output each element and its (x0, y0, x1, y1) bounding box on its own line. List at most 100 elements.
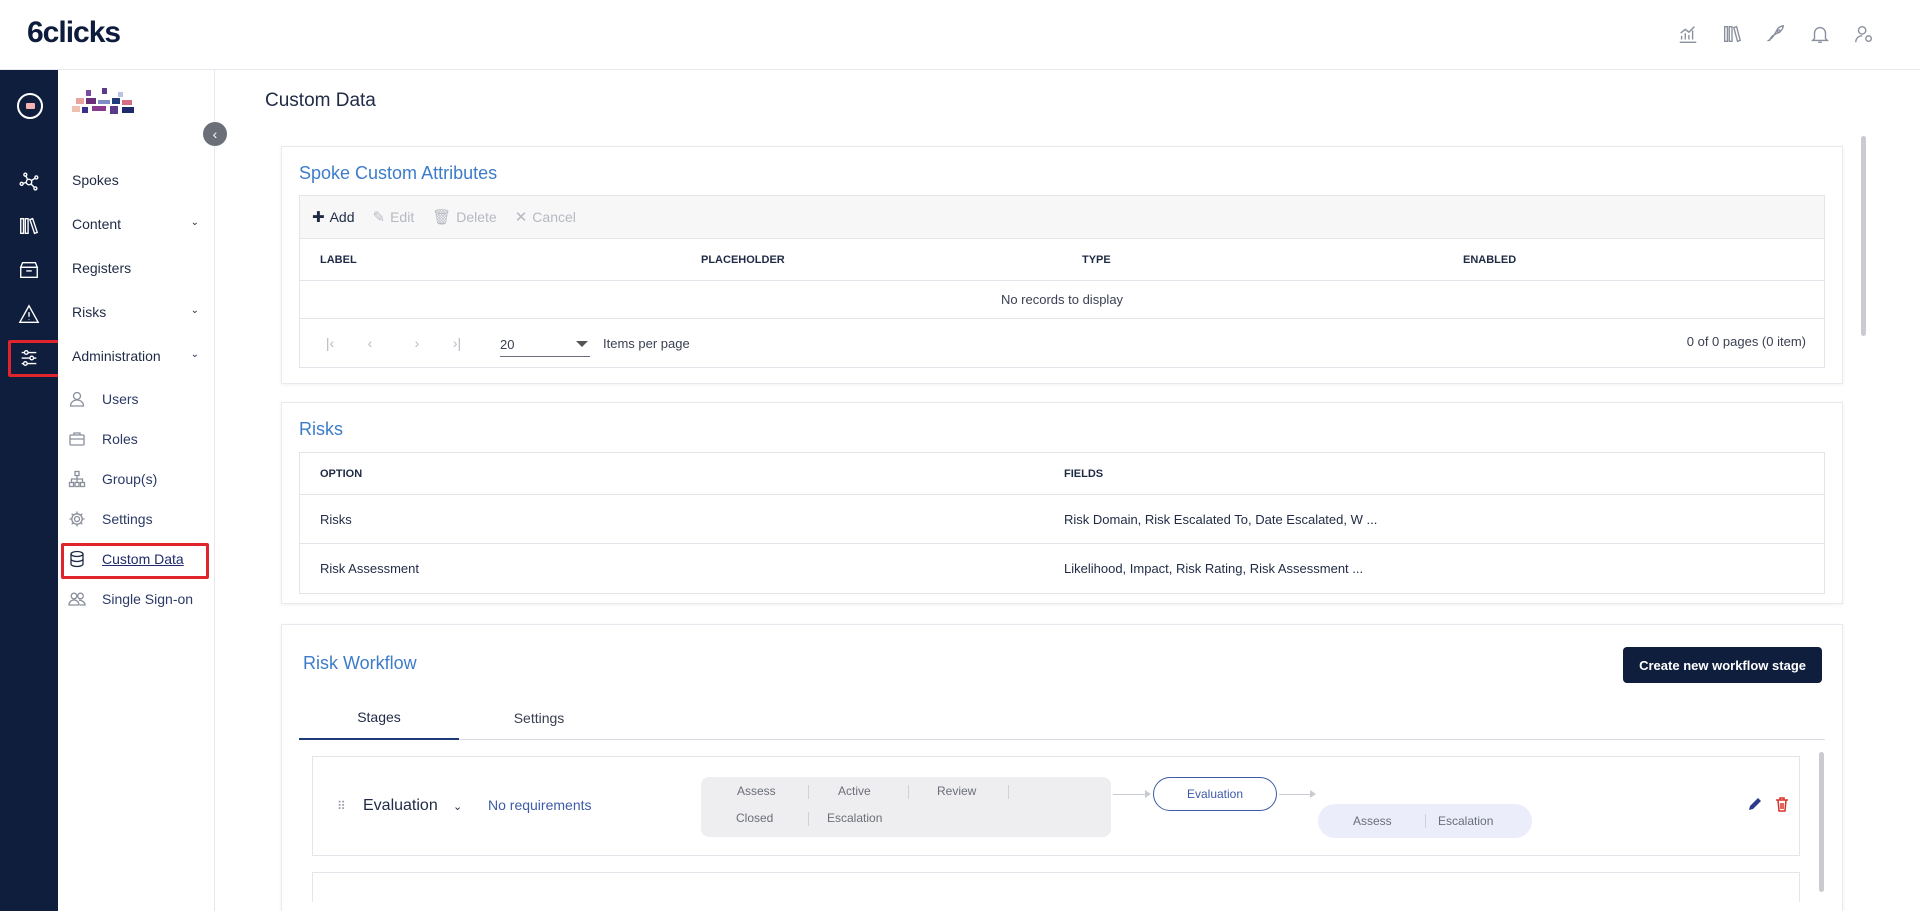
user-icon (68, 390, 86, 408)
previous-stage-pill[interactable]: Closed (736, 811, 773, 825)
last-page-icon[interactable]: ›| (445, 335, 469, 351)
hub-icon[interactable] (0, 164, 58, 200)
database-icon (68, 550, 86, 568)
bell-icon[interactable] (1808, 22, 1832, 46)
grid-header: OPTION FIELDS (300, 453, 1824, 495)
next-page-icon[interactable]: › (405, 335, 429, 351)
sidebar-subitem-single-sign-on[interactable]: Single Sign-on (58, 583, 215, 615)
sidebar-item-spokes[interactable]: Spokes (58, 163, 215, 197)
spoke-attributes-grid: ✚ Add ✎ Edit 🗑 Delete ✕ Cancel LABEL PLA… (299, 195, 1825, 368)
sidebar-subitem-label: Single Sign-on (102, 591, 194, 607)
register-icon[interactable] (0, 252, 58, 288)
pill-divider (1425, 814, 1426, 828)
spoke-attributes-card: Spoke Custom Attributes ✚ Add ✎ Edit 🗑 D… (281, 146, 1843, 384)
next-stage-pill[interactable]: Escalation (1438, 814, 1493, 828)
page-scrollbar[interactable] (1861, 136, 1866, 336)
chevron-down-icon[interactable]: ⌄ (453, 800, 462, 813)
column-header-option[interactable]: OPTION (300, 468, 1064, 480)
sidebar-subitem-custom-data[interactable]: Custom Data (58, 543, 215, 575)
trash-icon[interactable] (1773, 795, 1791, 813)
sidebar-item-administration[interactable]: Administration ⌄ (58, 339, 215, 373)
table-row[interactable]: Risk Assessment Likelihood, Impact, Risk… (300, 544, 1824, 593)
prev-page-icon[interactable]: ‹ (358, 335, 382, 351)
caret-down-icon (576, 341, 588, 347)
tab-settings[interactable]: Settings (459, 695, 619, 740)
user-settings-icon[interactable] (1852, 22, 1876, 46)
sidebar-subitem-label: Roles (102, 431, 138, 447)
close-icon: ✕ (514, 209, 528, 226)
sidebar-item-risks[interactable]: Risks ⌄ (58, 295, 215, 329)
tab-stages[interactable]: Stages (299, 695, 459, 740)
column-header-placeholder[interactable]: PLACEHOLDER (681, 254, 1062, 266)
left-rail (0, 70, 58, 911)
cancel-button[interactable]: ✕ Cancel (515, 208, 576, 226)
pill-divider (908, 785, 909, 799)
sidebar-collapse-button[interactable]: ‹ (203, 122, 227, 146)
delete-button[interactable]: 🗑 Delete (432, 208, 497, 226)
next-stage-pill[interactable]: Assess (1353, 814, 1392, 828)
books-icon[interactable] (0, 208, 58, 244)
org-logo (72, 88, 134, 114)
gear-icon (68, 510, 86, 528)
org-avatar-icon[interactable] (17, 93, 43, 119)
drag-handle-icon[interactable]: ⠿ (337, 799, 346, 813)
row-fields: Risk Domain, Risk Escalated To, Date Esc… (1064, 511, 1378, 527)
column-header-fields[interactable]: FIELDS (1064, 468, 1103, 480)
pill-divider (808, 812, 809, 826)
next-stages-group: Assess Escalation (1318, 804, 1532, 838)
analytics-icon[interactable] (1676, 22, 1700, 46)
column-header-enabled[interactable]: ENABLED (1443, 254, 1824, 266)
pencil-icon: ✎ (372, 209, 386, 226)
app-logo[interactable]: 6clicks (27, 16, 121, 50)
sidebar-subitem-users[interactable]: Users (58, 383, 215, 415)
sidebar: ‹ Spokes Content ⌄ Registers Risks ⌄ Adm… (58, 70, 227, 911)
sidebar-item-content[interactable]: Content ⌄ (58, 207, 215, 241)
sliders-icon[interactable] (0, 340, 58, 376)
warning-icon[interactable] (0, 296, 58, 332)
previous-stage-pill[interactable]: Assess (737, 784, 776, 798)
column-header-label[interactable]: LABEL (300, 254, 681, 266)
create-workflow-stage-button[interactable]: Create new workflow stage (1623, 647, 1822, 683)
sidebar-item-label: Registers (72, 260, 132, 276)
previous-stage-pill[interactable]: Review (937, 784, 976, 798)
sidebar-subitem-roles[interactable]: Roles (58, 423, 215, 455)
first-page-icon[interactable]: |‹ (318, 335, 342, 351)
previous-stage-pill[interactable]: Active (838, 784, 871, 798)
section-title: Spoke Custom Attributes (299, 163, 498, 183)
pager: |‹ ‹ › ›| 20 Items per page 0 of 0 pages… (300, 319, 1824, 367)
pager-info: 0 of 0 pages (0 item) (1686, 334, 1806, 349)
section-title: Risks (299, 419, 343, 439)
page-size-select[interactable]: 20 (500, 331, 590, 357)
column-header-type[interactable]: TYPE (1062, 254, 1443, 266)
delete-button-label: Delete (456, 209, 497, 225)
trash-icon: 🗑 (432, 209, 452, 226)
add-button[interactable]: ✚ Add (312, 208, 355, 226)
arrow-right-icon (1145, 790, 1151, 798)
sidebar-subitem-label: Settings (102, 511, 153, 527)
previous-stages-group: Assess Active Review Closed Escalation (701, 777, 1111, 837)
arrow-right-icon (1310, 790, 1316, 798)
stages-scrollbar[interactable] (1819, 752, 1824, 892)
sidebar-subitem-groups[interactable]: Group(s) (58, 463, 215, 495)
edit-button[interactable]: ✎ Edit (373, 208, 415, 226)
rocket-icon[interactable] (1764, 22, 1788, 46)
briefcase-icon (68, 430, 86, 448)
risks-grid: OPTION FIELDS Risks Risk Domain, Risk Es… (299, 452, 1825, 594)
row-fields: Likelihood, Impact, Risk Rating, Risk As… (1064, 561, 1364, 576)
sidebar-subitem-settings[interactable]: Settings (58, 503, 215, 535)
edit-icon[interactable] (1746, 795, 1764, 813)
grid-toolbar: ✚ Add ✎ Edit 🗑 Delete ✕ Cancel (300, 196, 1824, 239)
table-row[interactable]: Risks Risk Domain, Risk Escalated To, Da… (300, 495, 1824, 544)
cancel-button-label: Cancel (532, 209, 576, 225)
workflow-stage-card (312, 872, 1800, 902)
workflow-tabs: Stages Settings (299, 695, 1825, 740)
sidebar-item-registers[interactable]: Registers (58, 251, 215, 285)
current-stage-pill[interactable]: Evaluation (1153, 777, 1277, 811)
hierarchy-icon (68, 470, 86, 488)
previous-stage-pill[interactable]: Escalation (827, 811, 882, 825)
library-icon[interactable] (1720, 22, 1744, 46)
chevron-down-icon: ⌄ (190, 305, 199, 316)
sidebar-subitem-label: Users (102, 391, 139, 407)
sidebar-item-label: Content (72, 216, 122, 232)
arrow-line (1113, 794, 1145, 795)
